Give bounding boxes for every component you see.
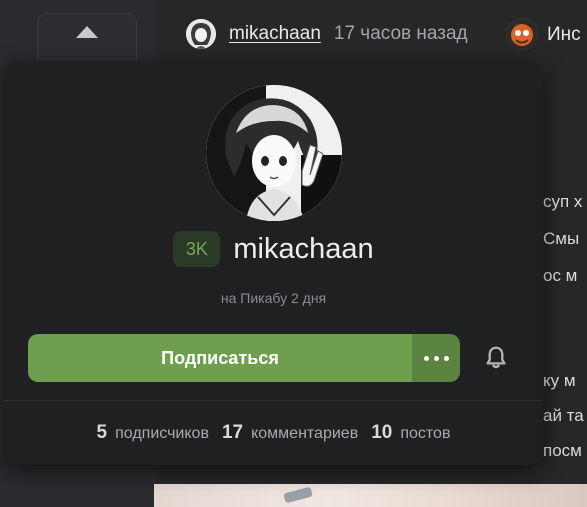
profile-name-row: 3K mikachaan [4, 231, 543, 267]
background-text: ай та [543, 406, 584, 425]
profile-avatar[interactable] [206, 85, 342, 221]
second-author-avatar[interactable] [506, 18, 538, 50]
subscribers-label: подписчиков [115, 425, 209, 442]
background-text: ос м [543, 266, 578, 285]
subscribers-count: 5 [96, 422, 108, 443]
post-image [154, 484, 587, 507]
subscribe-button[interactable]: Подписаться [28, 334, 412, 382]
more-options-button[interactable] [412, 334, 460, 382]
member-since: на Пикабу 2 дня [220, 290, 327, 306]
comments-label: комментариев [251, 425, 359, 442]
post-time: 17 часов назад [333, 23, 468, 44]
comments-count: 17 [221, 422, 244, 443]
profile-popup-card: 3K mikachaan на Пикабу 2 дня Подписаться… [4, 61, 543, 465]
second-author-name[interactable]: Инс [547, 24, 581, 46]
divider [4, 400, 543, 401]
background-text: Смы [543, 229, 580, 248]
background-text: ку м [543, 371, 576, 390]
background-text: посм [543, 441, 582, 460]
upvote-arrow-icon[interactable] [76, 26, 98, 38]
background-text: суп х [543, 192, 583, 211]
post-header: mikachaan 17 часов назад [186, 18, 468, 50]
posts-label: постов [400, 425, 451, 442]
post-author-link[interactable]: mikachaan [229, 23, 321, 45]
ellipsis-icon [423, 355, 429, 361]
posts-count: 10 [371, 422, 393, 443]
bell-icon[interactable] [482, 344, 510, 372]
profile-stats: 5 подписчиков 17 комментариев 10 постов [4, 422, 543, 444]
author-avatar[interactable] [186, 19, 216, 49]
profile-username[interactable]: mikachaan [233, 233, 373, 266]
rating-badge: 3K [173, 231, 221, 267]
